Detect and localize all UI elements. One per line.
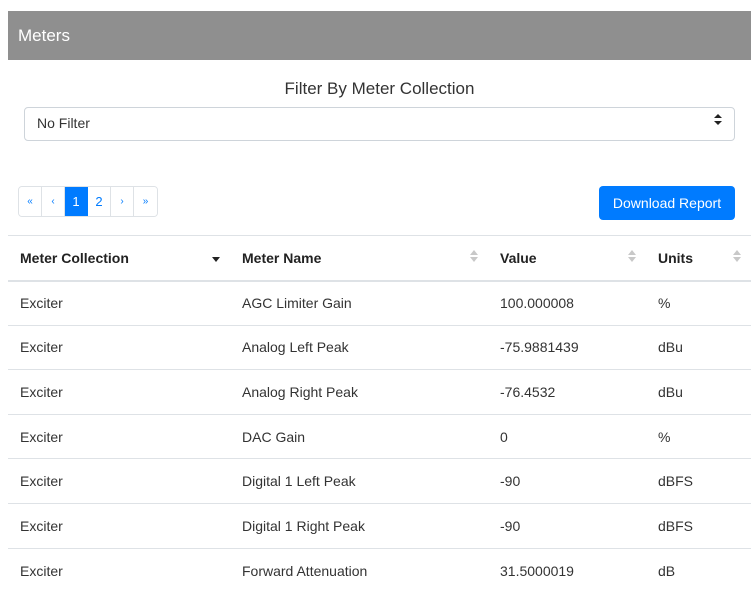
cell-meter-collection: Exciter bbox=[8, 280, 230, 326]
table-row: Exciter Digital 1 Left Peak -90 dBFS bbox=[8, 458, 751, 504]
cell-meter-collection: Exciter bbox=[8, 369, 230, 415]
sort-icon bbox=[628, 250, 638, 266]
meters-panel: Meters Filter By Meter Collection No Fil… bbox=[8, 11, 751, 600]
table-row: Exciter Analog Right Peak -76.4532 dBu bbox=[8, 369, 751, 415]
pagination: « ‹ 1 2 › » bbox=[18, 186, 158, 217]
cell-units: dBu bbox=[646, 324, 751, 370]
sort-descending-icon bbox=[212, 250, 222, 266]
cell-value: -90 bbox=[488, 502, 646, 549]
column-header-units[interactable]: Units bbox=[646, 235, 751, 282]
table-row: Exciter AGC Limiter Gain 100.000008 % bbox=[8, 280, 751, 326]
page-1-button[interactable]: 1 bbox=[65, 187, 88, 216]
filter-title: Filter By Meter Collection bbox=[284, 79, 475, 98]
column-header-label: Meter Name bbox=[242, 249, 322, 266]
cell-units: dBFS bbox=[646, 458, 751, 504]
cell-meter-name: DAC Gain bbox=[230, 413, 488, 459]
next-page-button[interactable]: › bbox=[111, 187, 134, 216]
cell-units: dB bbox=[646, 547, 751, 593]
download-report-button[interactable]: Download Report bbox=[599, 186, 735, 220]
column-header-label: Meter Collection bbox=[20, 249, 129, 266]
column-header-label: Value bbox=[500, 249, 537, 266]
page-2-button[interactable]: 2 bbox=[88, 187, 111, 216]
column-header-meter-name[interactable]: Meter Name bbox=[230, 235, 488, 282]
filter-selected-value: No Filter bbox=[37, 115, 90, 131]
cell-value: -76.4532 bbox=[488, 369, 646, 415]
select-caret-icon bbox=[714, 114, 722, 127]
last-page-button[interactable]: » bbox=[134, 187, 157, 216]
cell-meter-name: Digital 1 Left Peak bbox=[230, 458, 488, 504]
cell-units: % bbox=[646, 413, 751, 459]
cell-value: 100.000008 bbox=[488, 280, 646, 326]
table-row: Exciter Analog Left Peak -75.9881439 dBu bbox=[8, 324, 751, 370]
cell-meter-collection: Exciter bbox=[8, 324, 230, 370]
first-page-button[interactable]: « bbox=[19, 187, 42, 216]
prev-page-button[interactable]: ‹ bbox=[42, 187, 65, 216]
panel-title: Meters bbox=[8, 11, 751, 60]
cell-value: -75.9881439 bbox=[488, 324, 646, 370]
table-header-row: Meter Collection Meter Name Value Units bbox=[8, 235, 751, 282]
cell-units: % bbox=[646, 280, 751, 326]
cell-value: 0 bbox=[488, 413, 646, 459]
cell-meter-name: Forward Attenuation bbox=[230, 547, 488, 593]
table-row: Exciter Forward Attenuation 31.5000019 d… bbox=[8, 547, 751, 593]
cell-value: 31.5000019 bbox=[488, 547, 646, 593]
cell-meter-name: Digital 1 Right Peak bbox=[230, 502, 488, 549]
cell-meter-name: Analog Left Peak bbox=[230, 324, 488, 370]
cell-meter-collection: Exciter bbox=[8, 458, 230, 504]
table-row: Exciter DAC Gain 0 % bbox=[8, 413, 751, 459]
column-header-meter-collection[interactable]: Meter Collection bbox=[8, 235, 230, 282]
cell-meter-name: Analog Right Peak bbox=[230, 369, 488, 415]
cell-units: dBFS bbox=[646, 502, 751, 549]
table-row: Exciter Digital 1 Right Peak -90 dBFS bbox=[8, 502, 751, 549]
cell-meter-collection: Exciter bbox=[8, 413, 230, 459]
column-header-label: Units bbox=[658, 249, 693, 266]
cell-units: dBu bbox=[646, 369, 751, 415]
meter-collection-filter-select[interactable]: No Filter bbox=[24, 107, 735, 141]
cell-meter-collection: Exciter bbox=[8, 547, 230, 593]
sort-icon bbox=[470, 250, 480, 266]
column-header-value[interactable]: Value bbox=[488, 235, 646, 282]
sort-icon bbox=[733, 250, 743, 266]
cell-meter-name: AGC Limiter Gain bbox=[230, 280, 488, 326]
meters-table: Meter Collection Meter Name Value Units bbox=[8, 235, 751, 593]
cell-value: -90 bbox=[488, 458, 646, 504]
cell-meter-collection: Exciter bbox=[8, 502, 230, 549]
